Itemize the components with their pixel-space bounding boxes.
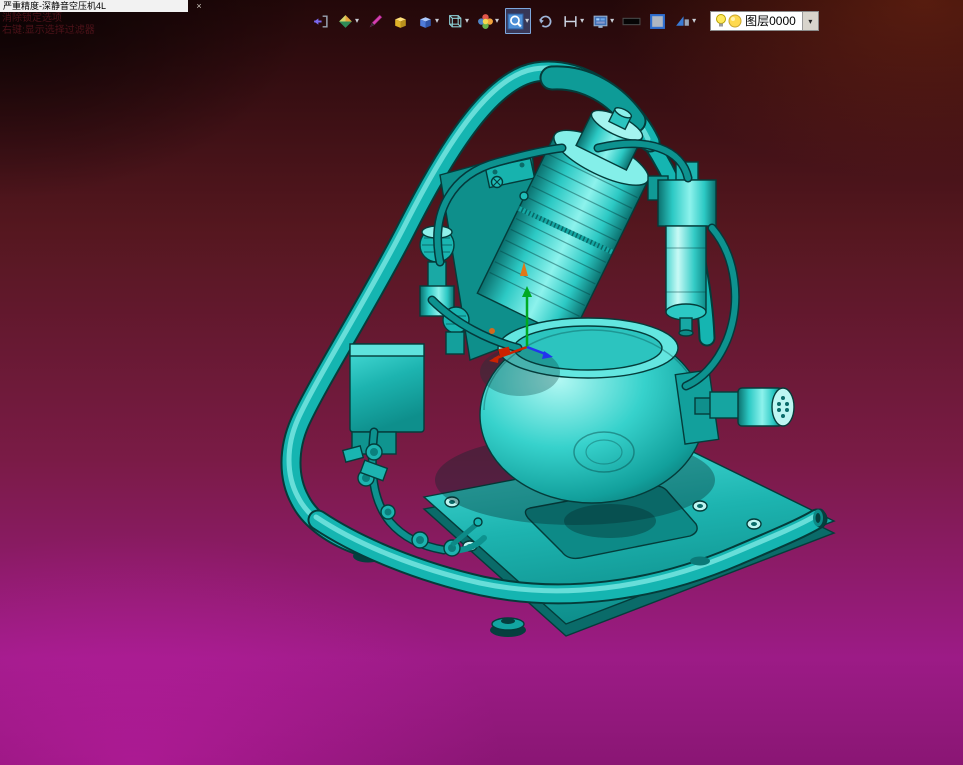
- air-filter[interactable]: [647, 161, 717, 337]
- color-swatch-icon: [650, 13, 666, 29]
- line-width-button[interactable]: [620, 8, 643, 34]
- pen-icon: [369, 14, 383, 27]
- dropdown-chevron[interactable]: ▾: [580, 17, 584, 25]
- viewport[interactable]: [0, 0, 963, 765]
- dropdown-chevron[interactable]: ▾: [525, 17, 529, 25]
- color-swatch-button[interactable]: [647, 8, 668, 34]
- dropdown-chevron[interactable]: ▾: [355, 17, 359, 25]
- dropdown-chevron[interactable]: ▾: [435, 17, 439, 25]
- exit-button[interactable]: [310, 8, 331, 34]
- measure-button[interactable]: ▾: [560, 8, 586, 34]
- zoom-button[interactable]: ▾: [505, 8, 532, 34]
- main-toolbar: ▾ ▾ ▾ ▾ ▾ ▾ ▾ ▾ 图层0000 ▾: [310, 8, 819, 34]
- light-bulb-icon: [716, 14, 727, 27]
- screen-grid-button[interactable]: ▾: [590, 8, 616, 34]
- screen-grid-icon: [593, 15, 608, 28]
- visibility-icon: [676, 15, 689, 26]
- status-hints: 消除锁定选项 右键:显示选择过滤器: [2, 13, 95, 37]
- solid-box-button[interactable]: [390, 8, 411, 34]
- zoom-icon: [507, 13, 524, 29]
- measure-icon: [564, 15, 577, 27]
- render-palette-button[interactable]: ▾: [475, 8, 501, 34]
- document-tab[interactable]: 严重精度-深静音空压机4L: [0, 0, 188, 12]
- wireframe-cube-button[interactable]: ▾: [445, 8, 471, 34]
- visibility-button[interactable]: ▾: [672, 8, 698, 34]
- layer-combo-dropdown[interactable]: ▾: [801, 12, 818, 30]
- dropdown-chevron[interactable]: ▾: [465, 17, 469, 25]
- dropdown-chevron[interactable]: ▾: [610, 17, 614, 25]
- pen-button[interactable]: [365, 8, 386, 34]
- dropdown-chevron[interactable]: ▾: [495, 17, 499, 25]
- line-width-icon: [622, 17, 641, 25]
- layer-combo[interactable]: 图层0000 ▾: [710, 11, 819, 31]
- blue-cube-button[interactable]: ▾: [415, 8, 441, 34]
- refresh-button[interactable]: [535, 8, 556, 34]
- blue-cube-icon: [420, 16, 431, 28]
- layer-sphere-icon: [728, 14, 742, 28]
- app-window: 严重精度-深静音空压机4L × 消除锁定选项 右键:显示选择过滤器 ▾ ▾ ▾ …: [0, 0, 963, 765]
- refresh-icon: [539, 15, 552, 27]
- document-title: 严重精度-深静音空压机4L: [3, 1, 107, 11]
- solid-box-icon: [395, 16, 406, 28]
- material-style-icon: [339, 14, 352, 28]
- wireframe-cube-icon: [449, 14, 462, 27]
- close-icon[interactable]: ×: [193, 0, 205, 12]
- dropdown-chevron[interactable]: ▾: [692, 17, 696, 25]
- material-style-button[interactable]: ▾: [335, 8, 361, 34]
- chevron-down-icon: ▾: [808, 16, 813, 26]
- hint-line-2: 右键:显示选择过滤器: [2, 25, 95, 36]
- hint-line-1: 消除锁定选项: [2, 13, 62, 24]
- layer-combo-value: 图层0000: [745, 14, 796, 28]
- regulator-assembly[interactable]: [349, 225, 470, 455]
- exit-icon: [314, 14, 328, 28]
- render-palette-icon: [478, 13, 493, 29]
